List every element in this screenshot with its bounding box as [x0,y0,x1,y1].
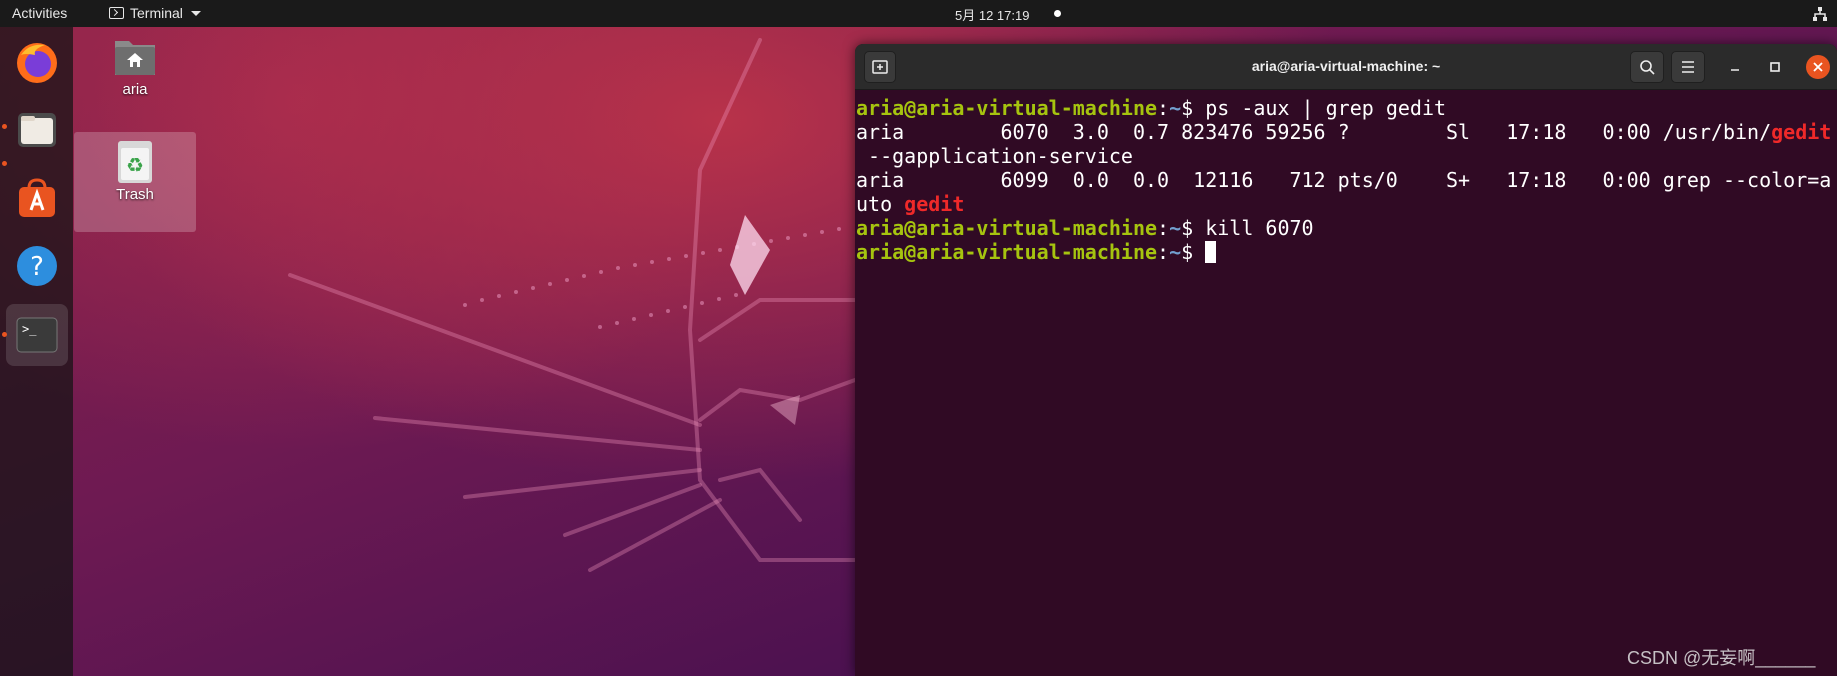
minimize-button[interactable] [1725,57,1745,77]
window-titlebar[interactable]: aria@aria-virtual-machine: ~ [855,44,1837,90]
output-text: aria 6070 3.0 0.7 823476 59256 ? Sl 17:1… [856,120,1772,144]
notification-dot-icon [1054,10,1061,17]
prompt-path: ~ [1169,240,1182,264]
network-icon[interactable] [1812,6,1828,22]
app-menu[interactable]: Terminal [109,5,201,21]
terminal-line: --gapplication-service [856,144,1837,168]
command-text: kill 6070 [1205,216,1314,240]
prompt-user: aria@aria-virtual-machine [856,96,1158,120]
terminal-line: aria 6099 0.0 0.0 12116 712 pts/0 S+ 17:… [856,168,1837,192]
terminal-line: uto gedit [856,192,1837,216]
terminal-line: aria@aria-virtual-machine:~$ ps -aux | g… [856,96,1837,120]
svg-text:>_: >_ [22,322,37,336]
close-icon [1813,62,1823,72]
firefox-icon [17,43,57,83]
search-icon [1640,60,1655,75]
svg-text:♻: ♻ [126,153,144,177]
software-icon [19,178,55,217]
dock-item-firefox[interactable] [6,32,68,94]
menu-button[interactable] [1671,51,1705,83]
terminal-line: aria@aria-virtual-machine:~$ [856,240,1837,264]
terminal-output[interactable]: aria@aria-virtual-machine:~$ ps -aux | g… [855,90,1837,676]
terminal-icon: >_ [16,317,58,353]
prompt-end: $ [1181,240,1206,264]
watermark: CSDN @无妄啊______ [1627,648,1816,668]
svg-text:?: ? [30,252,44,282]
prompt-separator: : [1157,96,1170,120]
files-icon [18,113,56,147]
top-bar: Activities Terminal 5月 12 17:19 [0,0,1837,27]
app-menu-label: Terminal [130,5,183,21]
prompt-path: ~ [1169,96,1182,120]
dock-item-files[interactable] [6,99,68,161]
desktop-icon-trash[interactable]: ♻ Trash [74,132,196,232]
output-text: --gapplication-service [856,144,1133,168]
trash-icon: ♻ [118,141,152,183]
output-text: aria 6099 0.0 0.0 12116 712 pts/0 S+ 17:… [856,168,1832,192]
desktop-icon-home[interactable]: aria [75,33,195,103]
terminal-window[interactable]: aria@aria-virtual-machine: ~ aria@aria-v… [855,44,1837,676]
prompt-end: $ [1181,96,1206,120]
help-icon: ? [17,246,57,286]
dock-item-help[interactable]: ? [6,235,68,297]
activities-button[interactable]: Activities [12,5,67,21]
match-highlight: gedit [904,192,965,216]
prompt-user: aria@aria-virtual-machine [856,216,1158,240]
prompt-separator: : [1157,216,1170,240]
text-cursor [1205,241,1217,263]
prompt-user: aria@aria-virtual-machine [856,240,1158,264]
match-highlight: gedit [1771,120,1832,144]
home-folder-icon [115,41,155,75]
command-text: ps -aux | grep gedit [1205,96,1447,120]
clock[interactable]: 5月 12 17:19 [955,5,1029,24]
dock: ? >_ [0,27,73,676]
dock-item-software[interactable] [6,167,68,229]
terminal-line: aria@aria-virtual-machine:~$ kill 6070 [856,216,1837,240]
prompt-end: $ [1181,216,1206,240]
close-button[interactable] [1806,55,1830,79]
hamburger-menu-icon [1682,61,1694,73]
search-button[interactable] [1630,51,1664,83]
caret-down-icon [190,10,201,16]
running-indicator [2,332,7,337]
running-indicator [2,161,7,166]
maximize-button[interactable] [1765,57,1785,77]
prompt-separator: : [1157,240,1170,264]
terminal-icon [109,7,124,19]
prompt-path: ~ [1169,216,1182,240]
desktop-icon-label: aria [122,81,148,98]
terminal-line: aria 6070 3.0 0.7 823476 59256 ? Sl 17:1… [856,120,1837,144]
output-text: uto [856,192,905,216]
desktop-icon-label: Trash [116,186,154,203]
dock-item-terminal[interactable]: >_ [6,304,68,366]
